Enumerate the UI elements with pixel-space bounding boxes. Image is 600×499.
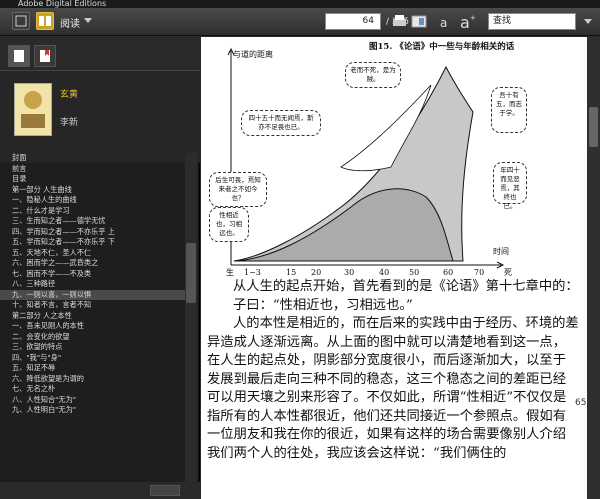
fit-page-icon[interactable] — [410, 13, 428, 30]
toc-item[interactable]: 二、会变化的欲望 — [0, 332, 186, 343]
toc-item[interactable]: 六、困而学之——武昏类之 — [0, 258, 186, 269]
x-tick-label: 60 — [443, 268, 453, 277]
search-input[interactable]: 查找 — [488, 13, 576, 30]
book-page: a 生1~315203040506070死 时间 与道的距离 图15. 《论语》… — [201, 37, 587, 499]
toc-item[interactable]: 七、无名之朴 — [0, 384, 186, 395]
toc-item[interactable]: 十、知者不言，言者不知 — [0, 300, 186, 311]
x-tick-label: 30 — [344, 268, 354, 277]
toc-item[interactable]: 五、天地不仁，圣人不仁 — [0, 248, 186, 259]
toc-item[interactable]: 第二部分 人之本性 — [0, 311, 186, 322]
sidebar-options-button[interactable] — [150, 485, 180, 496]
body-text: 从人生的起点开始，首先看到的是《论语》第十七章中的： 子曰：“性相近也，习相远也… — [207, 278, 579, 463]
page-number: 65 — [575, 398, 587, 408]
x-axis-label: 时间 — [493, 246, 509, 256]
cover-art-icon — [21, 91, 45, 128]
toc-item[interactable]: 四、学而知之者——不亦乐乎 上 — [0, 227, 186, 238]
toc-item[interactable]: 七、困而不学——不及类 — [0, 269, 186, 280]
sidebar-scrollbar[interactable] — [185, 153, 197, 483]
x-tick-label: 死 — [504, 268, 512, 277]
read-menu-label[interactable]: 阅读 — [60, 15, 80, 30]
toc-item[interactable]: 第一部分 人生曲线 — [0, 185, 186, 196]
toc-item[interactable]: 三、欲望的特点 — [0, 342, 186, 353]
paragraph-1: 从人生的起点开始，首先看到的是《论语》第十七章中的： — [233, 279, 579, 294]
bubble-5: 性相近也，习相远也。 — [209, 207, 249, 242]
x-tick-label: 40 — [379, 268, 389, 277]
font-smaller-icon[interactable]: a — [436, 13, 454, 30]
toc-item[interactable]: 一、隐秘人生的曲线 — [0, 195, 186, 206]
reading-view-button[interactable] — [36, 12, 54, 30]
toc-item[interactable]: 九、人性明白"无为" — [0, 405, 186, 416]
library-view-button[interactable] — [12, 12, 30, 30]
toc-item[interactable]: 八、人性知合"无为" — [0, 395, 186, 406]
y-axis-label: 与道的距离 — [233, 49, 273, 59]
print-icon[interactable] — [390, 13, 408, 30]
sidebar-footer — [0, 482, 200, 499]
table-of-contents: 封面 前言 目录 第一部分 人生曲线 一、隐秘人生的曲线 二、什么才是学习 三、生而知之者—… — [0, 153, 186, 493]
toc-item[interactable]: 八、三种路径 — [0, 279, 186, 290]
x-tick-labels: 生 1~3 15 20 30 40 50 60 70 死 — [226, 267, 512, 277]
sidebar: 玄黄 李新 封面 前言 目录 第一部分 人生曲线 一、隐秘人生的曲线 二、什么才是学习 三、… — [0, 37, 200, 499]
toc-item[interactable]: 一、吾未见刚人的本性 — [0, 321, 186, 332]
bubble-3: 吾十有五，而志于学。 — [491, 87, 527, 133]
toc-item[interactable]: 前言 — [0, 164, 186, 175]
quote: 子曰：“性相近也，习相远也。” — [233, 297, 413, 313]
toolbar: 阅读 64 / 375 a a+ 查找 — [0, 8, 600, 36]
toc-item[interactable]: 四、"我"与"身" — [0, 353, 186, 364]
page-scroll-thumb[interactable] — [589, 107, 598, 147]
search-dropdown-icon[interactable] — [584, 19, 592, 24]
open-book-icon — [39, 16, 51, 26]
bubble-4: 后生可畏，焉知来者之不如今也？ — [209, 172, 267, 207]
figure-title: 图15. 《论语》中一些与年龄相关的话 — [369, 41, 515, 52]
bookmark-icon — [40, 50, 50, 62]
font-larger-icon[interactable]: a + — [458, 13, 476, 30]
x-tick-label: 50 — [409, 268, 419, 277]
x-tick-label: 1~3 — [244, 268, 261, 277]
toc-item[interactable]: 五、知足不辱 — [0, 363, 186, 374]
book-cover — [14, 83, 52, 136]
toc-item[interactable]: 目录 — [0, 174, 186, 185]
tab-bookmarks[interactable] — [34, 45, 56, 67]
x-tick-label: 70 — [474, 268, 484, 277]
bubble-1: 老而不死，是为贼。 — [345, 62, 401, 88]
paragraph-2: 人的本性是相近的，而在后来的实践中由于经历、环境的差异造成人逐渐远离。从上面的图… — [207, 316, 579, 461]
chevron-down-icon[interactable] — [84, 18, 92, 23]
bubble-2: 四十五十而无闻焉，斯亦不足畏也已。 — [241, 110, 321, 136]
window-title: Adobe Digital Editions — [0, 0, 600, 8]
x-tick-label: 生 — [226, 267, 234, 277]
svg-text:a: a — [460, 13, 470, 30]
x-tick-label: 20 — [311, 268, 321, 277]
toc-item[interactable]: 三、生而知之者——德学无忧 — [0, 216, 186, 227]
svg-text:a: a — [440, 16, 447, 30]
toc-item[interactable]: 六、降低欲望是为谓的 — [0, 374, 186, 385]
bubble-6: 年四十而见恶焉，其终也已。 — [493, 162, 527, 210]
scroll-thumb[interactable] — [186, 243, 196, 303]
tab-toc[interactable] — [8, 45, 30, 67]
book-author: 李新 — [60, 118, 79, 128]
book-title: 玄黄 — [60, 90, 79, 100]
svg-text:+: + — [470, 14, 476, 22]
toc-item[interactable]: 封面 — [0, 153, 186, 164]
toc-item[interactable]: 二、什么才是学习 — [0, 206, 186, 217]
library-icon — [15, 15, 27, 27]
toc-item[interactable]: 五、学而知之者——不亦乐乎 下 — [0, 237, 186, 248]
x-tick-label: 15 — [286, 268, 296, 277]
page-icon — [14, 50, 24, 62]
toc-item[interactable]: 九、一则以喜，一则以惧 — [0, 289, 186, 300]
page-number-input[interactable]: 64 — [325, 13, 381, 30]
page-scrollbar[interactable] — [587, 37, 600, 499]
sidebar-tabs — [0, 37, 200, 71]
